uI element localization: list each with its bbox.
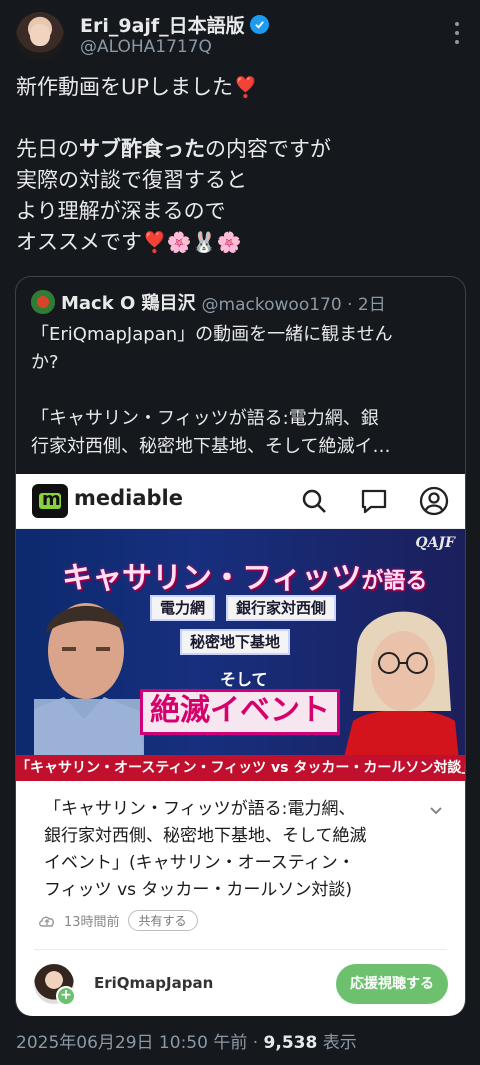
bold-phrase: サブ酢食った [79, 137, 205, 161]
quoted-author-handle[interactable]: @mackowoo170 · 2日 [202, 290, 386, 315]
author-display-name[interactable]: Eri_9ajf_日本語版 [80, 11, 269, 38]
quoted-tweet-text: 「EriQmapJapan」の動画を一緒に観ません か? 「キャサリン・フィッツ… [31, 324, 393, 457]
author-handle[interactable]: @ALOHA1717Q [80, 37, 212, 57]
author-avatar[interactable] [16, 12, 64, 60]
tweet-line-1: 新作動画をUPしました❣️ [16, 72, 466, 103]
quoted-author-name[interactable]: Mack O 鶏目沢 [61, 289, 196, 315]
divider [34, 949, 447, 950]
woman-portrait-image [343, 611, 459, 761]
tweet-line-3: 先日のサブ酢食ったの内容ですが [16, 137, 331, 161]
quoted-tweet[interactable]: Mack O 鶏目沢 @mackowoo170 · 2日 「EriQmapJap… [15, 276, 466, 1016]
chevron-down-icon[interactable] [429, 804, 443, 818]
heart-flower-rabbit-emoji-icon: ❣️🌸🐰🌸 [142, 230, 242, 254]
thumbnail-and-text: そして [220, 670, 268, 689]
mediable-embed[interactable]: mediable [16, 474, 465, 1016]
tweet-line-6: オススメです❣️🌸🐰🌸 [16, 227, 466, 258]
quoted-tweet-header: Mack O 鶏目沢 @mackowoo170 · 2日 [31, 289, 386, 315]
thumbnail-extinction-event: 絶滅イベント [140, 689, 340, 735]
quoted-author-avatar[interactable] [31, 290, 55, 314]
tweet-header: Eri_9ajf_日本語版 @ALOHA1717Q [0, 0, 480, 70]
tweet-line-4: 実際の対談で復習すると [16, 168, 247, 192]
upload-cloud-icon [39, 916, 54, 927]
mediable-top-bar: mediable [16, 474, 465, 529]
mediable-logo-icon [32, 484, 68, 518]
thumbnail-pill-bunkers: 秘密地下基地 [180, 629, 291, 655]
thumbnail-pill-power-grid: 電力網 [150, 595, 216, 621]
view-count: 9,538 [263, 1033, 318, 1053]
heart-emoji-icon: ❣️ [233, 75, 258, 99]
mediable-site-name: mediable [74, 486, 183, 510]
share-button[interactable]: 共有する [127, 910, 198, 931]
video-description: 「キャサリン・フィッツが語る:電力網、 銀行家対西側、秘密地下基地、そして絶滅 … [44, 799, 367, 900]
search-icon[interactable] [298, 485, 330, 517]
video-thumbnail[interactable]: QAJF キャサリン・フィッツが語る 電力網 銀行家対西側 秘密地下基地 そして… [16, 529, 465, 781]
tweet-timestamp: 2025年06月29日 10:50 午前 · 9,538 表示 [16, 1028, 357, 1053]
thumbnail-bottom-banner: 「キャサリン・オースティン・フィッツ vs タッカー・カールソン対談」 [16, 755, 465, 781]
channel-tag: QAJF [415, 535, 455, 551]
channel-name[interactable]: EriQmapJapan [94, 974, 213, 992]
more-options-icon[interactable] [454, 22, 460, 44]
tweet-line-5: より理解が深まるので [16, 199, 226, 223]
man-portrait-image [34, 603, 144, 759]
time-ago: 13時間前 [64, 915, 120, 930]
account-icon[interactable] [418, 485, 450, 517]
verified-badge-icon [249, 15, 269, 34]
video-meta: 13時間前 共有する [38, 910, 198, 931]
views-label: 表示 [317, 1033, 357, 1053]
support-watch-button[interactable]: 応援視聴する [336, 964, 448, 1004]
author-name-text[interactable]: Eri_9ajf_日本語版 [80, 11, 245, 38]
thumbnail-pill-bankers: 銀行家対西側 [226, 595, 337, 621]
tweet-text: 新作動画をUPしました❣️ 先日のサブ酢食ったの内容ですが 実際の対談で復習する… [16, 72, 466, 258]
subscribe-plus-icon[interactable]: + [56, 986, 76, 1006]
thumbnail-title: キャサリン・フィッツが語る [62, 561, 428, 596]
chat-icon[interactable] [358, 485, 390, 517]
tweet-datetime[interactable]: 2025年06月29日 10:50 午前 · [16, 1033, 264, 1053]
